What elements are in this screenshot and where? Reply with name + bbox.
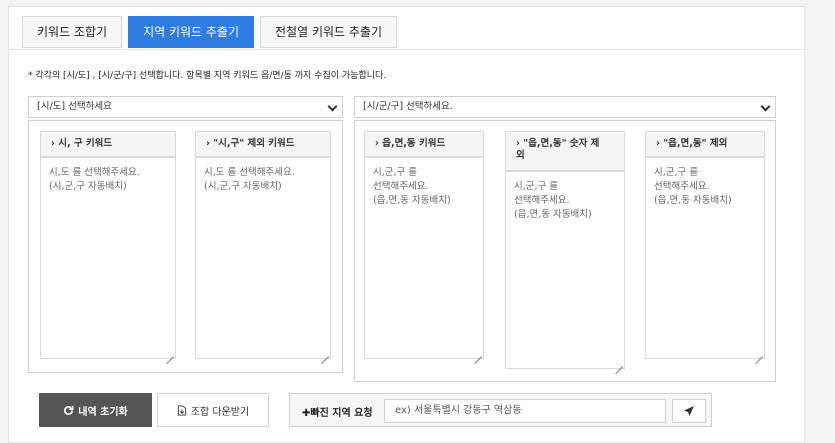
district-select[interactable]: [시/군/구] 선택하세요. (354, 96, 776, 118)
paper-plane-icon (684, 406, 694, 416)
province-select-value: [시/도] 선택하세요 (37, 101, 112, 112)
missing-region-request: ✚빠진 지역 요청 ex) 서울특별시 강동구 역삼동 (289, 393, 712, 427)
send-button[interactable] (672, 399, 706, 423)
textarea-town[interactable]: 시,군,구 를 선택해주세요. (읍,면,동 자동배치) (364, 157, 484, 359)
province-select[interactable]: [시/도] 선택하세요 (28, 96, 343, 118)
col-header-town-excluded: › "읍,면,동" 제외 (645, 131, 765, 157)
file-icon (177, 404, 186, 416)
textarea-town-excluded[interactable]: 시,군,구 를 선택해주세요. (읍,면,동 자동배치) (645, 157, 765, 359)
col-header-town: › 읍,면,동 키워드 (364, 131, 484, 157)
col-header-city-district: › 시, 구 키워드 (40, 131, 176, 157)
request-label: ✚빠진 지역 요청 (302, 408, 373, 419)
col-header-city-district-excluded: › "시,구" 제외 키워드 (195, 131, 331, 157)
resize-handle-icon[interactable] (615, 359, 623, 367)
textarea-city-district[interactable]: 시,도 를 선택해주세요. (시,군,구 자동배치) (40, 157, 176, 359)
col-header-town-number-excluded: › "읍,면,동" 숫자 제 외 (505, 131, 625, 171)
tab-subway-keyword-extractor[interactable]: 전철열 키워드 추출기 (260, 16, 398, 48)
reset-button-label: 내역 초기화 (78, 406, 128, 418)
textarea-city-district-excluded[interactable]: 시,도 를 선택해주세요. (시,군,구 자동배치) (195, 157, 331, 359)
resize-handle-icon[interactable] (755, 349, 763, 357)
resize-handle-icon[interactable] (166, 349, 174, 357)
divider (8, 49, 805, 50)
download-button[interactable]: 조합 다운받기 (157, 393, 269, 427)
district-select-value: [시/군/구] 선택하세요. (363, 101, 453, 112)
tab-region-keyword-extractor[interactable]: 지역 키워드 추출기 (128, 16, 255, 48)
download-button-label: 조합 다운받기 (190, 406, 250, 418)
tab-bar: 키워드 조합기 지역 키워드 추출기 전철열 키워드 추출기 (22, 16, 403, 48)
tab-keyword-combiner[interactable]: 키워드 조합기 (22, 16, 123, 48)
textarea-town-number-excluded[interactable]: 시,군,구 를 선택해주세요. (읍,면,동 자동배치) (505, 171, 625, 369)
resize-handle-icon[interactable] (321, 349, 329, 357)
chevron-down-icon (327, 101, 338, 112)
reset-button[interactable]: 내역 초기화 (39, 393, 152, 427)
resize-handle-icon[interactable] (474, 349, 482, 357)
notice-text: * 각각의 [시/도] , [시/군/구] 선택합니다. 항목별 지역 키워드 … (28, 71, 387, 81)
request-input[interactable]: ex) 서울특별시 강동구 역삼동 (384, 399, 666, 423)
refresh-icon (64, 405, 74, 415)
chevron-down-icon (760, 101, 771, 112)
